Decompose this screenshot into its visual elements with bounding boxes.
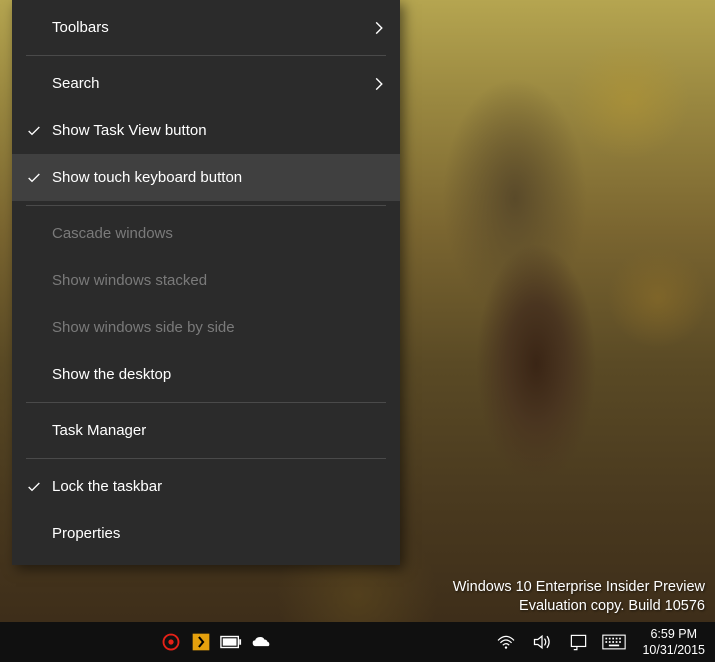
clock-date: 10/31/2015 bbox=[642, 642, 705, 658]
onedrive-icon[interactable] bbox=[246, 622, 276, 662]
check-icon bbox=[26, 479, 52, 495]
taskbar[interactable]: 6:59 PM 10/31/2015 bbox=[0, 622, 715, 662]
menu-item-label: Show the desktop bbox=[52, 366, 364, 383]
taskbar-clock[interactable]: 6:59 PM 10/31/2015 bbox=[632, 626, 715, 659]
menu-item-task-manager[interactable]: Task Manager bbox=[12, 407, 400, 454]
menu-item-show-touch-keyboard-button[interactable]: Show touch keyboard button bbox=[12, 154, 400, 201]
battery-icon[interactable] bbox=[216, 622, 246, 662]
menu-item-properties[interactable]: Properties bbox=[12, 510, 400, 557]
menu-item-lock-the-taskbar[interactable]: Lock the taskbar bbox=[12, 463, 400, 510]
watermark-line-2: Evaluation copy. Build 10576 bbox=[453, 597, 705, 617]
menu-separator bbox=[26, 458, 386, 459]
beats-icon[interactable] bbox=[156, 622, 186, 662]
menu-item-label: Toolbars bbox=[52, 19, 364, 36]
menu-item-label: Search bbox=[52, 75, 364, 92]
clock-time: 6:59 PM bbox=[650, 626, 697, 642]
menu-item-label: Show touch keyboard button bbox=[52, 169, 364, 186]
menu-item-label: Show Task View button bbox=[52, 122, 364, 139]
menu-item-show-task-view-button[interactable]: Show Task View button bbox=[12, 107, 400, 154]
menu-item-label: Properties bbox=[52, 525, 364, 542]
system-tray: 6:59 PM 10/31/2015 bbox=[488, 622, 715, 662]
touch-keyboard-icon[interactable] bbox=[596, 622, 632, 662]
volume-icon[interactable] bbox=[524, 622, 560, 662]
menu-item-label: Show windows stacked bbox=[52, 272, 364, 289]
menu-item-label: Lock the taskbar bbox=[52, 478, 364, 495]
plex-icon[interactable] bbox=[186, 622, 216, 662]
menu-item-label: Task Manager bbox=[52, 422, 364, 439]
check-icon bbox=[26, 170, 52, 186]
menu-item-label: Cascade windows bbox=[52, 225, 364, 242]
watermark-line-1: Windows 10 Enterprise Insider Preview bbox=[453, 578, 705, 598]
wifi-icon[interactable] bbox=[488, 622, 524, 662]
menu-item-show-windows-side-by-side: Show windows side by side bbox=[12, 304, 400, 351]
chevron-right-icon bbox=[364, 21, 384, 35]
menu-item-cascade-windows: Cascade windows bbox=[12, 210, 400, 257]
menu-item-show-the-desktop[interactable]: Show the desktop bbox=[12, 351, 400, 398]
taskbar-tray-icons bbox=[156, 622, 276, 662]
menu-item-show-windows-stacked: Show windows stacked bbox=[12, 257, 400, 304]
menu-separator bbox=[26, 55, 386, 56]
action-center-icon[interactable] bbox=[560, 622, 596, 662]
menu-item-search[interactable]: Search bbox=[12, 60, 400, 107]
menu-separator bbox=[26, 205, 386, 206]
check-icon bbox=[26, 123, 52, 139]
menu-separator bbox=[26, 402, 386, 403]
taskbar-context-menu: Toolbars Search Show Task View button Show … bbox=[12, 0, 400, 565]
menu-item-toolbars[interactable]: Toolbars bbox=[12, 4, 400, 51]
windows-watermark: Windows 10 Enterprise Insider Preview Ev… bbox=[453, 578, 705, 617]
menu-item-label: Show windows side by side bbox=[52, 319, 364, 336]
chevron-right-icon bbox=[364, 77, 384, 91]
